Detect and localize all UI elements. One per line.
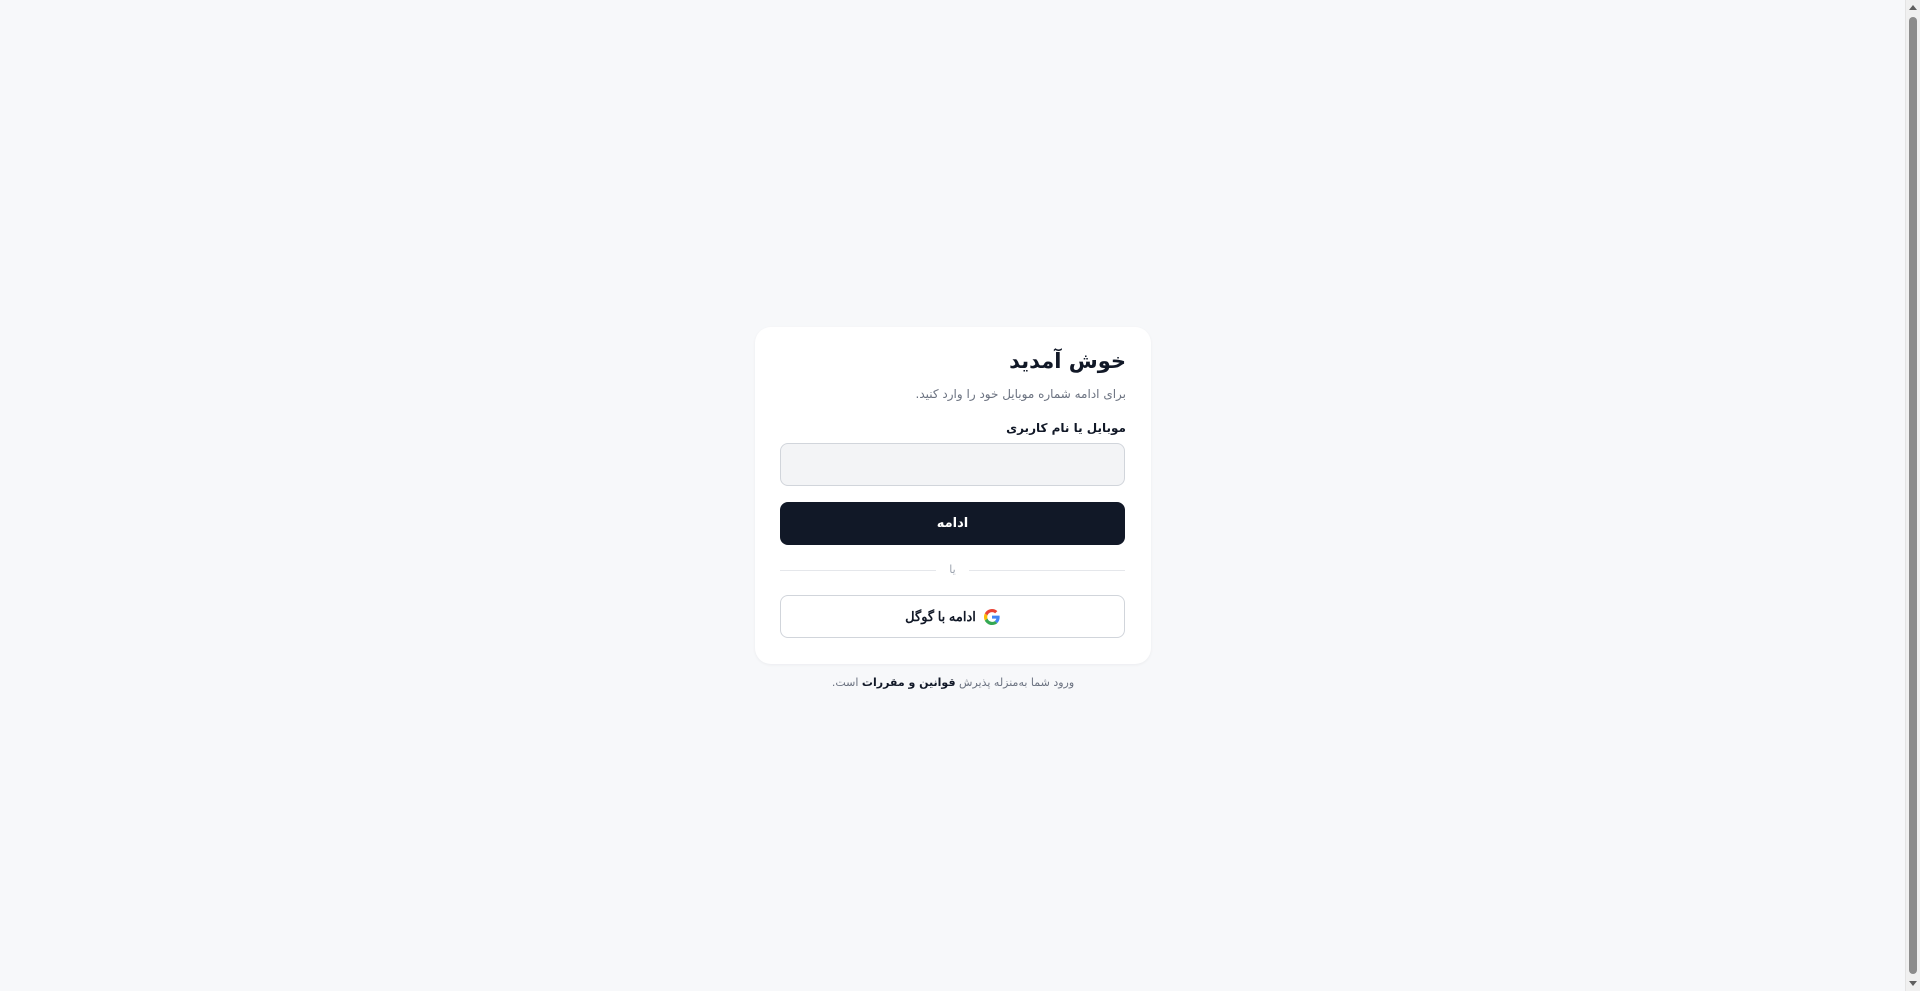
continue-button[interactable]: ادامه bbox=[780, 502, 1125, 545]
divider-line-left bbox=[780, 570, 936, 571]
terms-suffix: است. bbox=[831, 676, 859, 689]
scroll-down-arrow-icon[interactable] bbox=[1909, 981, 1917, 986]
page-subtitle: برای ادامه شماره موبایل خود را وارد کنید… bbox=[915, 387, 1126, 401]
scrollbar-thumb[interactable] bbox=[1909, 17, 1917, 974]
google-icon bbox=[983, 608, 1000, 625]
scroll-up-arrow-icon[interactable] bbox=[1909, 5, 1917, 10]
page-scrollbar[interactable] bbox=[1905, 0, 1920, 991]
login-page: خوش آمدید برای ادامه شماره موبایل خود را… bbox=[0, 0, 1920, 991]
login-card: خوش آمدید برای ادامه شماره موبایل خود را… bbox=[755, 327, 1151, 664]
terms-link[interactable]: قوانین و مقررات bbox=[862, 676, 956, 689]
mobile-or-username-input[interactable] bbox=[780, 443, 1125, 486]
page-title: خوش آمدید bbox=[1009, 349, 1126, 373]
terms-prefix: ورود شما به‌منزله پذیرش bbox=[959, 676, 1075, 689]
or-divider: یا bbox=[780, 562, 1125, 578]
google-sign-in-button[interactable]: ادامه با گوگل bbox=[780, 595, 1125, 638]
google-sign-in-label: ادامه با گوگل bbox=[905, 608, 976, 624]
terms-notice: ورود شما به‌منزله پذیرش قوانین و مقررات … bbox=[755, 676, 1151, 689]
mobile-or-username-label: موبایل یا نام کاربری bbox=[1006, 421, 1126, 435]
